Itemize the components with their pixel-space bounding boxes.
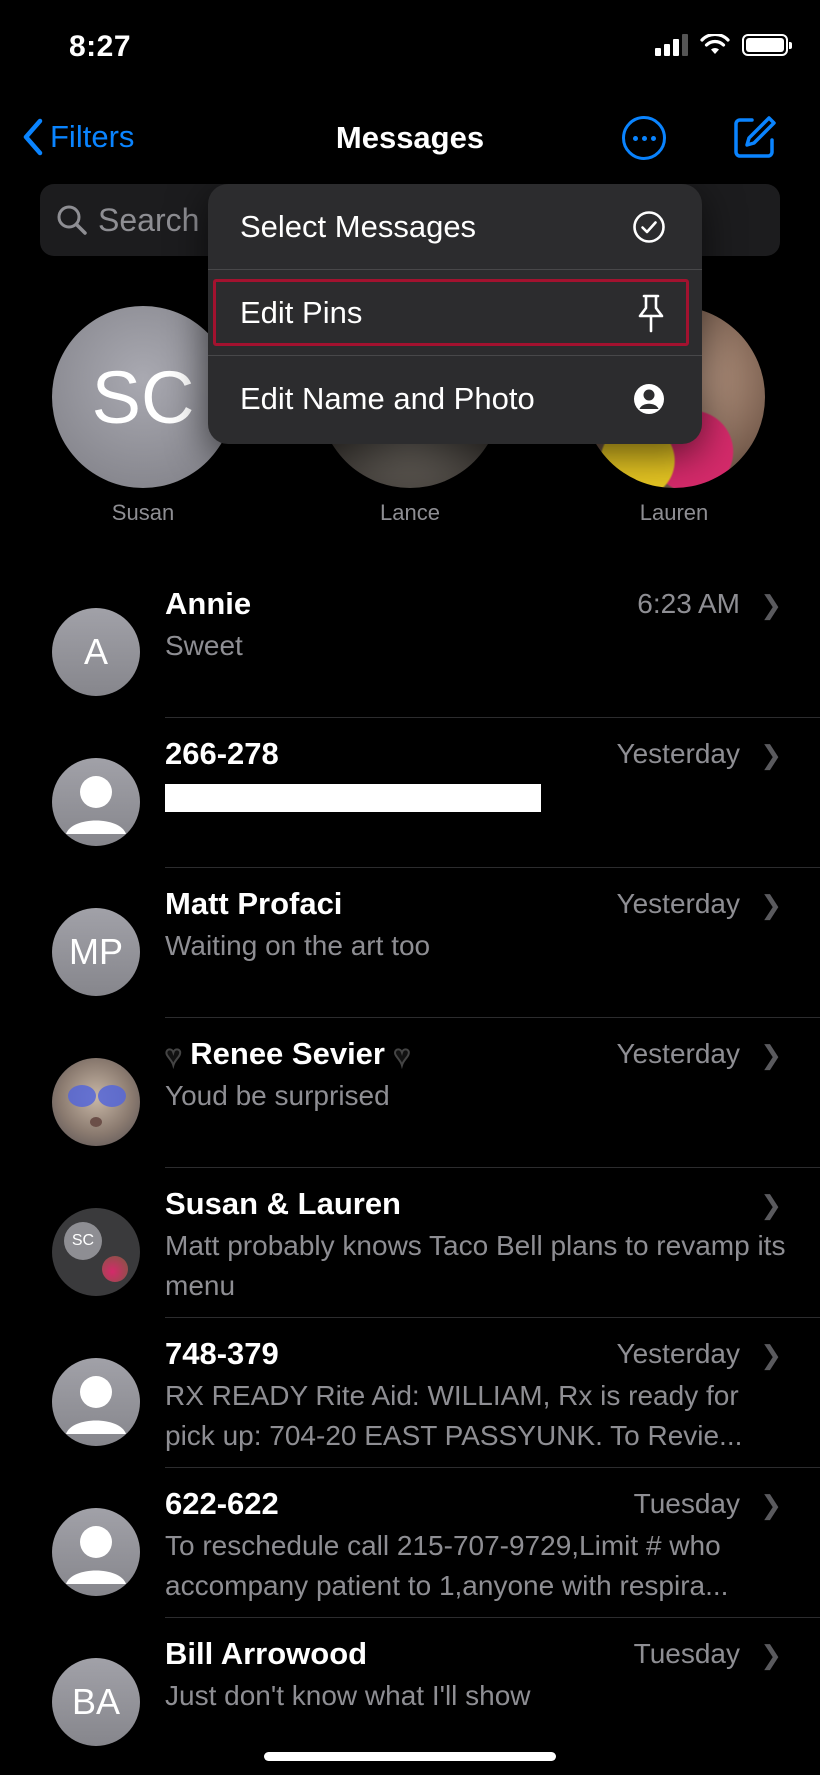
avatar: MP xyxy=(52,908,140,996)
chevron-right-icon: ❯ xyxy=(760,590,782,620)
message-time: Tuesday xyxy=(633,1488,740,1519)
conversation-row[interactable]: SC Susan & Lauren ❯ Matt probably knows … xyxy=(0,1168,820,1318)
person-placeholder-icon xyxy=(66,776,126,834)
avatar-initials: SC xyxy=(91,355,195,439)
message-time: 6:23 AM xyxy=(637,588,740,619)
message-preview: To reschedule call 215-707-9729,Limit # … xyxy=(165,1530,729,1601)
pinned-conversation-susan[interactable]: SC Susan xyxy=(52,306,234,526)
chevron-right-icon: ❯ xyxy=(760,1190,782,1220)
conversation-row[interactable]: ♥ Renee Sevier ♥ Yesterday ❯ Youd be sur… xyxy=(0,1018,820,1168)
avatar xyxy=(52,1358,140,1446)
menu-item-select-messages[interactable]: Select Messages xyxy=(208,184,702,270)
menu-item-label: Edit Name and Photo xyxy=(240,381,535,416)
chevron-right-icon: ❯ xyxy=(760,1490,782,1520)
menu-item-label: Edit Pins xyxy=(240,294,363,330)
chevron-right-icon: ❯ xyxy=(760,890,782,920)
chevron-right-icon: ❯ xyxy=(760,1040,782,1070)
avatar xyxy=(52,758,140,846)
conversation-row[interactable]: 622-622 Tuesday ❯ To reschedule call 215… xyxy=(0,1468,820,1618)
home-indicator[interactable] xyxy=(264,1752,556,1761)
cellular-signal-icon xyxy=(655,34,688,56)
avatar: A xyxy=(52,608,140,696)
contact-name: Annie xyxy=(165,586,252,621)
contact-name: 622-622 xyxy=(165,1486,279,1521)
contact-name: 748-379 xyxy=(165,1336,279,1371)
message-time: Yesterday xyxy=(616,738,741,769)
pinned-name: Lauren xyxy=(639,500,709,525)
avatar: SC xyxy=(52,306,234,488)
contact-name: ♥ Renee Sevier ♥ xyxy=(164,1036,412,1072)
pin-icon xyxy=(638,294,664,332)
conversation-row[interactable]: A Annie 6:23 AM ❯ Sweet xyxy=(0,568,820,718)
person-placeholder-icon xyxy=(66,1526,126,1584)
battery-icon xyxy=(742,34,792,56)
avatar xyxy=(52,1058,140,1146)
conversation-row[interactable]: 748-379 Yesterday ❯ RX READY Rite Aid: W… xyxy=(0,1318,820,1468)
contact-photo xyxy=(68,1085,126,1127)
message-preview: Just don't know what I'll show xyxy=(165,1680,531,1711)
message-time: Yesterday xyxy=(616,1038,741,1069)
person-circle-icon xyxy=(634,384,664,414)
person-placeholder-icon xyxy=(66,1376,126,1434)
menu-item-edit-name-photo[interactable]: Edit Name and Photo xyxy=(208,356,702,442)
checkmark-circle-icon xyxy=(633,210,665,243)
redacted-preview xyxy=(165,784,541,812)
conversation-row[interactable]: BA Bill Arrowood Tuesday ❯ Just don't kn… xyxy=(0,1618,820,1768)
chevron-right-icon: ❯ xyxy=(760,740,782,770)
compose-icon[interactable] xyxy=(732,114,778,160)
context-menu: Select Messages Edit Pins Edit Name and … xyxy=(208,184,702,444)
member-avatar: SC xyxy=(64,1222,102,1260)
avatar xyxy=(52,1508,140,1596)
message-preview: Youd be surprised xyxy=(165,1080,390,1111)
avatar: BA xyxy=(52,1658,140,1746)
member-avatar xyxy=(102,1256,128,1282)
search-placeholder: Search xyxy=(98,201,200,238)
black-heart-icon: ♥ xyxy=(393,1039,412,1072)
contact-name: Matt Profaci xyxy=(165,886,343,921)
menu-item-label: Select Messages xyxy=(240,208,477,244)
conversation-row[interactable]: MP Matt Profaci Yesterday ❯ Waiting on t… xyxy=(0,868,820,1018)
contact-name: 266-278 xyxy=(165,736,279,771)
message-time: Yesterday xyxy=(616,1338,741,1369)
search-icon xyxy=(57,205,87,235)
menu-item-edit-pins[interactable]: Edit Pins xyxy=(208,270,702,356)
more-options-button[interactable] xyxy=(622,116,666,160)
message-preview: RX READY Rite Aid: WILLIAM, Rx is ready … xyxy=(165,1380,743,1451)
pinned-name: Lance xyxy=(380,500,440,525)
group-avatar: SC xyxy=(52,1208,140,1296)
page-title: Messages xyxy=(335,120,485,155)
contact-name: Susan & Lauren xyxy=(165,1186,401,1221)
conversation-row[interactable]: 266-278 Yesterday ❯ xyxy=(0,718,820,868)
message-preview: Sweet xyxy=(165,630,243,661)
black-heart-icon: ♥ xyxy=(164,1039,183,1072)
message-time: Tuesday xyxy=(633,1638,740,1669)
chevron-right-icon: ❯ xyxy=(760,1640,782,1670)
status-time: 8:27 xyxy=(69,30,132,63)
message-preview xyxy=(165,776,787,812)
status-icons xyxy=(655,34,792,56)
wifi-icon xyxy=(700,34,730,54)
pinned-name: Susan xyxy=(111,500,175,525)
chevron-right-icon: ❯ xyxy=(760,1340,782,1370)
message-time: Yesterday xyxy=(616,888,741,919)
contact-name: Bill Arrowood xyxy=(165,1636,368,1671)
message-preview: Waiting on the art too xyxy=(165,930,431,961)
message-preview: Matt probably knows Taco Bell plans to r… xyxy=(165,1230,786,1301)
